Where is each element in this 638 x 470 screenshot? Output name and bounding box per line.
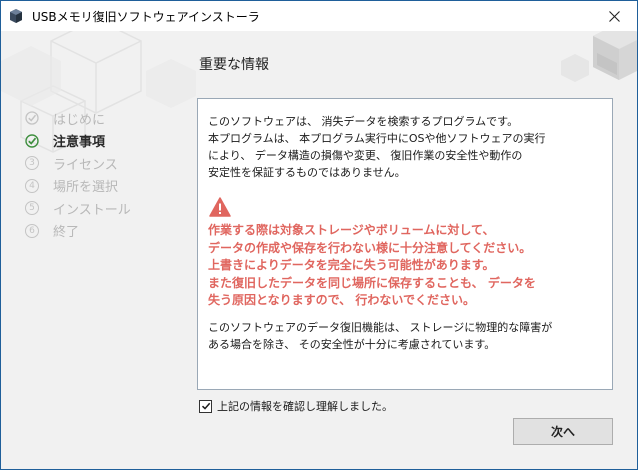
step-label: ライセンス	[53, 157, 118, 173]
info-text-box[interactable]: このソフトウェアは、 消失データを検索するプログラムです。 本プログラムは、 本…	[197, 98, 613, 390]
next-button[interactable]: 次へ	[513, 418, 613, 445]
app-icon	[10, 9, 22, 23]
window-title: USBメモリ復旧ソフトウェアインストーラ	[32, 10, 260, 24]
step-item-notice: 注意事項	[25, 130, 131, 153]
title-bar: USBメモリ復旧ソフトウェアインストーラ	[1, 1, 637, 31]
installer-window: USBメモリ復旧ソフトウェアインストーラ はじめに 注意事項 3 ライセンス 4…	[0, 0, 638, 470]
step-item-finish: 6 終了	[25, 220, 131, 243]
note-paragraph: このソフトウェアのデータ復旧機能は、 ストレージに物理的な障害が ある場合を除き…	[208, 320, 553, 351]
close-icon	[608, 10, 620, 22]
step-number-badge: 4	[25, 178, 39, 193]
warning-message: 作業する際は対象ストレージやボリュームに対して、 データの作成や保存を行わない様…	[208, 223, 536, 307]
step-label: はじめに	[53, 112, 106, 128]
step-label: 終了	[53, 225, 80, 241]
step-item-license: 3 ライセンス	[25, 152, 131, 175]
warning-icon	[209, 197, 231, 217]
check-circle-icon	[25, 111, 39, 125]
confirm-checkbox-row[interactable]: 上記の情報を確認し理解しました。	[199, 398, 393, 414]
step-label: 注意事項	[53, 135, 106, 151]
confirm-checkbox[interactable]	[199, 399, 212, 413]
step-item-intro: はじめに	[25, 107, 131, 130]
intro-paragraph: このソフトウェアは、 消失データを検索するプログラムです。 本プログラムは、 本…	[208, 115, 546, 179]
step-item-install: 5 インストール	[25, 197, 131, 220]
step-number-badge: 5	[25, 201, 39, 216]
page-title: 重要な情報	[199, 57, 269, 73]
step-label: 場所を選択	[53, 180, 119, 196]
checkmark-icon	[201, 402, 210, 410]
close-button[interactable]	[591, 1, 637, 31]
step-number-badge: 6	[25, 223, 39, 238]
step-item-location: 4 場所を選択	[25, 175, 131, 198]
step-number-badge: 3	[25, 156, 39, 171]
step-list: はじめに 注意事項 3 ライセンス 4 場所を選択 5 インストール 6 終了	[25, 107, 131, 242]
step-label: インストール	[53, 202, 131, 218]
check-circle-icon	[25, 134, 39, 148]
confirm-label: 上記の情報を確認し理解しました。	[217, 400, 393, 413]
content-area: はじめに 注意事項 3 ライセンス 4 場所を選択 5 インストール 6 終了 …	[1, 31, 637, 469]
